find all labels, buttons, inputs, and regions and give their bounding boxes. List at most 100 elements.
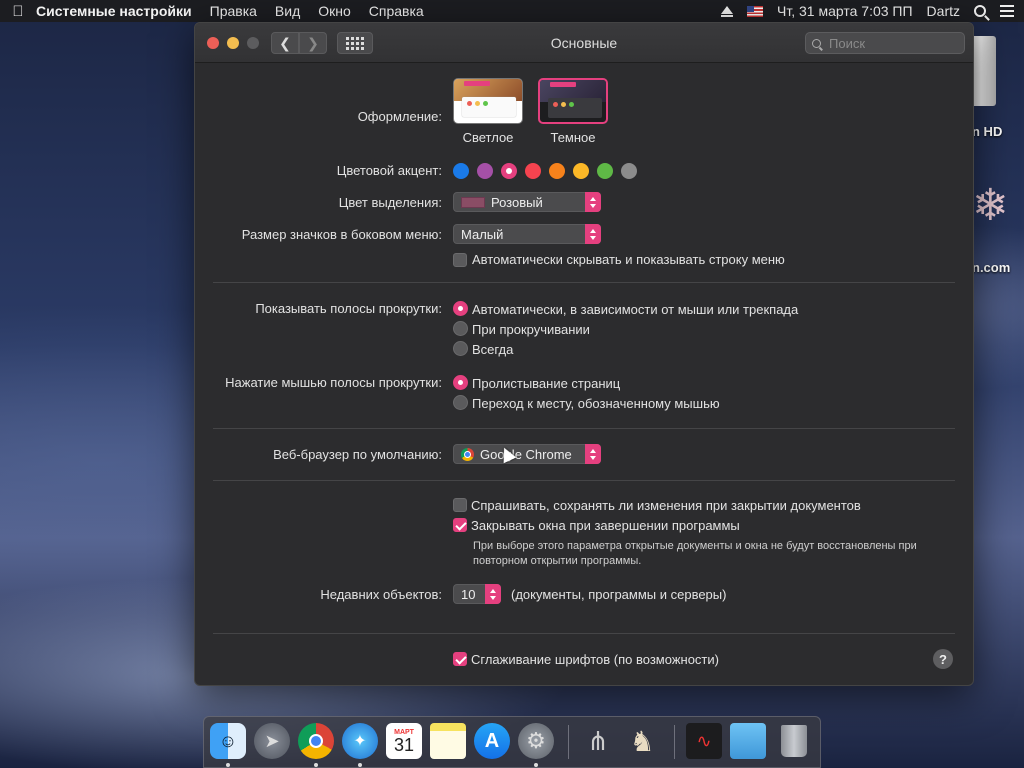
menu-user[interactable]: Dartz bbox=[927, 3, 960, 19]
search-input[interactable] bbox=[827, 34, 947, 52]
recent-items-value: 10 bbox=[461, 586, 476, 602]
appearance-label: Оформление: bbox=[357, 109, 442, 124]
autohide-menu-label[interactable]: Автоматически скрывать и показывать стро… bbox=[472, 252, 785, 267]
accent-color-swatch[interactable] bbox=[573, 163, 589, 179]
accent-color-swatch[interactable] bbox=[621, 163, 637, 179]
utility-icon[interactable]: ⋔ bbox=[580, 723, 616, 759]
sidebar-icon-size-label: Размер значков в боковом меню: bbox=[241, 227, 442, 242]
scrollbars-always-radio[interactable] bbox=[453, 341, 468, 356]
menu-help[interactable]: Справка bbox=[369, 3, 424, 19]
divider bbox=[213, 282, 955, 283]
calendar-icon[interactable]: МАРТ 31 bbox=[386, 723, 422, 759]
notification-center-icon[interactable] bbox=[1000, 5, 1014, 17]
chrome-icon bbox=[461, 447, 474, 461]
menu-app-name[interactable]: Системные настройки bbox=[36, 3, 192, 19]
popup-arrows-icon bbox=[585, 192, 601, 212]
desktop-app-label[interactable]: n.com bbox=[972, 260, 1010, 275]
safari-icon[interactable]: ✦ bbox=[342, 723, 378, 759]
scrollbars-label: Показывать полосы прокрутки: bbox=[255, 301, 442, 316]
trash-icon[interactable] bbox=[776, 723, 812, 759]
title-bar: ❮ ❯ Основные bbox=[195, 23, 973, 63]
chrome-dock-icon[interactable] bbox=[298, 723, 334, 759]
running-indicator bbox=[314, 763, 318, 767]
desktop-disk-label[interactable]: n HD bbox=[972, 124, 1002, 139]
notes-icon[interactable] bbox=[430, 723, 466, 759]
default-browser-value: Google Chrome bbox=[480, 446, 572, 462]
accent-color-swatch[interactable] bbox=[597, 163, 613, 179]
scroll-click-page-radio[interactable] bbox=[453, 375, 468, 390]
accent-color-swatch[interactable] bbox=[477, 163, 493, 179]
chess-icon[interactable]: ♞ bbox=[624, 723, 660, 759]
highlight-color-popup[interactable]: Розовый bbox=[453, 192, 601, 212]
divider bbox=[213, 480, 955, 481]
light-theme-thumbnail[interactable] bbox=[453, 78, 523, 124]
sidebar-icon-size-value: Малый bbox=[461, 226, 504, 242]
appearance-light-option[interactable]: Светлое bbox=[453, 78, 523, 145]
popup-arrows-icon bbox=[585, 444, 601, 464]
scroll-click-spot-label[interactable]: Переход к месту, обозначенному мышью bbox=[472, 396, 720, 411]
accent-color-swatch[interactable] bbox=[501, 163, 517, 179]
running-indicator bbox=[358, 763, 362, 767]
menu-edit[interactable]: Правка bbox=[210, 3, 257, 19]
recent-items-suffix: (документы, программы и серверы) bbox=[511, 587, 727, 602]
ask-save-checkbox[interactable] bbox=[453, 498, 467, 512]
dock: ☺ ➤ ✦ МАРТ 31 A ⚙ ⋔ ♞ ∿ bbox=[203, 716, 821, 768]
scroll-click-spot-radio[interactable] bbox=[453, 395, 468, 410]
highlight-color-value: Розовый bbox=[491, 194, 543, 210]
ask-save-label[interactable]: Спрашивать, сохранять ли изменения при з… bbox=[471, 498, 861, 513]
highlight-label: Цвет выделения: bbox=[338, 195, 442, 210]
scroll-click-page-label[interactable]: Пролистывание страниц bbox=[472, 376, 620, 391]
app-store-icon[interactable]: A bbox=[474, 723, 510, 759]
menu-clock[interactable]: Чт, 31 марта 7:03 ПП bbox=[777, 3, 913, 19]
eject-icon[interactable] bbox=[721, 5, 734, 17]
autohide-menu-checkbox[interactable] bbox=[453, 253, 467, 267]
preferences-window: ❮ ❯ Основные Оформление: Светлое bbox=[194, 22, 974, 686]
scrollbars-always-label[interactable]: Всегда bbox=[472, 342, 513, 357]
accent-label: Цветовой акцент: bbox=[336, 163, 442, 178]
appearance-dark-option[interactable]: Темное bbox=[538, 78, 608, 145]
close-windows-checkbox[interactable] bbox=[453, 518, 467, 532]
accent-color-swatch[interactable] bbox=[549, 163, 565, 179]
scrollbars-auto-radio[interactable] bbox=[453, 301, 468, 316]
menu-window[interactable]: Окно bbox=[318, 3, 351, 19]
menu-bar:  Системные настройки Правка Вид Окно Сп… bbox=[0, 0, 1024, 22]
close-windows-note: При выборе этого параметра открытые доку… bbox=[473, 540, 917, 567]
accent-color-swatch[interactable] bbox=[453, 163, 469, 179]
dock-divider bbox=[674, 725, 675, 759]
search-field[interactable] bbox=[805, 32, 965, 54]
recent-items-popup[interactable]: 10 bbox=[453, 584, 501, 604]
activity-monitor-icon[interactable]: ∿ bbox=[686, 723, 722, 759]
running-indicator bbox=[534, 763, 538, 767]
divider bbox=[213, 633, 955, 634]
scrollbars-auto-label[interactable]: Автоматически, в зависимости от мыши или… bbox=[472, 302, 798, 317]
spotlight-icon[interactable] bbox=[974, 5, 986, 17]
default-browser-popup[interactable]: Google Chrome bbox=[453, 444, 601, 464]
launchpad-icon[interactable]: ➤ bbox=[254, 723, 290, 759]
default-browser-label: Веб-браузер по умолчанию: bbox=[273, 447, 442, 462]
apple-menu-icon[interactable]:  bbox=[0, 3, 36, 20]
popup-arrows-icon bbox=[485, 584, 501, 604]
downloads-folder-icon[interactable] bbox=[730, 723, 766, 759]
help-button[interactable]: ? bbox=[933, 649, 953, 669]
running-indicator bbox=[226, 763, 230, 767]
font-smoothing-label[interactable]: Сглаживание шрифтов (по возможности) bbox=[471, 652, 719, 667]
desktop-app-icon[interactable]: ❄ bbox=[972, 180, 1009, 231]
system-preferences-icon[interactable]: ⚙ bbox=[518, 723, 554, 759]
divider bbox=[213, 428, 955, 429]
scroll-click-label: Нажатие мышью полосы прокрутки: bbox=[225, 375, 442, 390]
popup-arrows-icon bbox=[585, 224, 601, 244]
font-smoothing-checkbox[interactable] bbox=[453, 652, 467, 666]
dark-theme-label: Темное bbox=[550, 130, 596, 145]
scrollbars-scrolling-radio[interactable] bbox=[453, 321, 468, 336]
menu-view[interactable]: Вид bbox=[275, 3, 300, 19]
highlight-color-chip bbox=[461, 196, 485, 208]
scrollbars-scrolling-label[interactable]: При прокручивании bbox=[472, 322, 590, 337]
finder-icon[interactable]: ☺ bbox=[210, 723, 246, 759]
accent-color-swatch[interactable] bbox=[525, 163, 541, 179]
recent-items-label: Недавних объектов: bbox=[320, 587, 442, 602]
close-windows-label[interactable]: Закрывать окна при завершении программы bbox=[471, 518, 740, 533]
dark-theme-thumbnail[interactable] bbox=[538, 78, 608, 124]
input-source-flag-icon[interactable] bbox=[747, 5, 764, 17]
dock-divider bbox=[568, 725, 569, 759]
sidebar-icon-size-popup[interactable]: Малый bbox=[453, 224, 601, 244]
